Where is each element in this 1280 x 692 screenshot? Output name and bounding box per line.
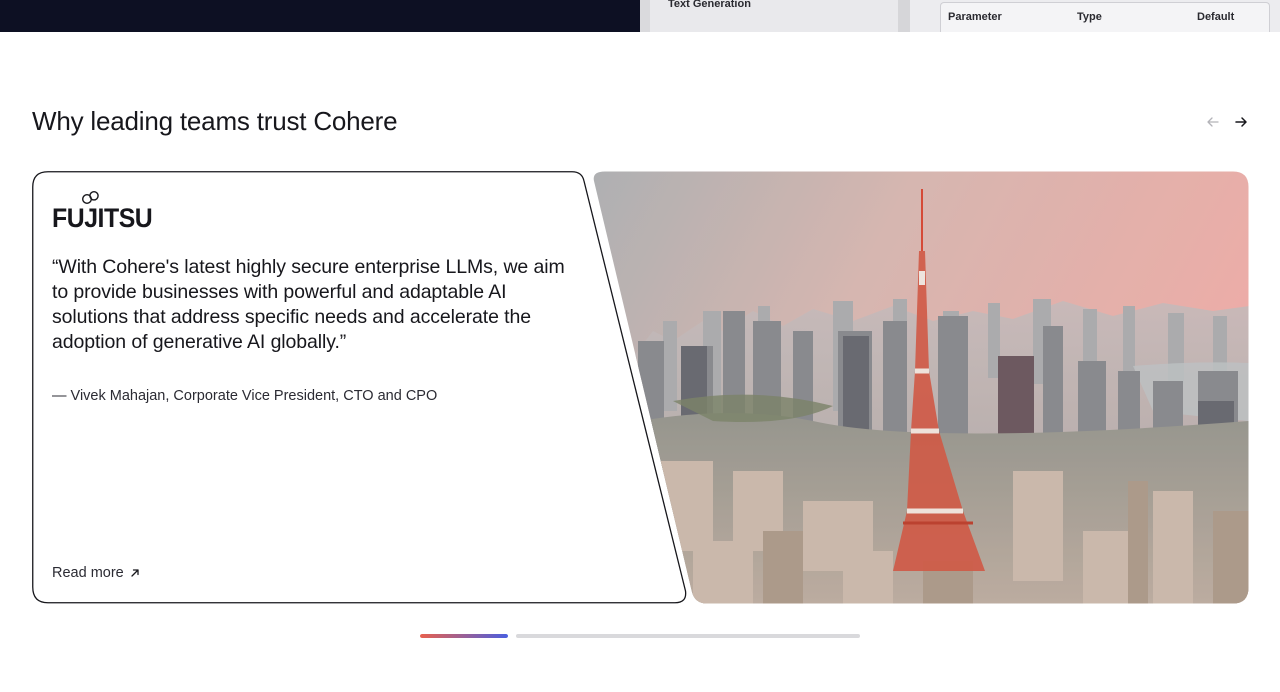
column-header-type: Type	[1077, 11, 1102, 23]
read-more-label: Read more	[52, 565, 124, 581]
docs-sidebar-panel: Text Generation	[640, 0, 898, 32]
arrow-left-icon[interactable]	[1204, 113, 1222, 131]
column-header-default: Default	[1197, 11, 1235, 23]
progress-bar-inactive[interactable]	[516, 634, 860, 638]
docs-table-panel: Parameter Type Default	[910, 0, 1280, 32]
company-logo-text: FUJITSU	[52, 203, 153, 233]
dark-hero-panel	[0, 0, 640, 32]
progress-bar-active[interactable]	[420, 634, 508, 638]
section-title: Why leading teams trust Cohere	[32, 106, 398, 136]
column-header-parameter: Parameter	[948, 11, 1002, 23]
fujitsu-logo: FUJITSU	[52, 191, 153, 235]
testimonial-attribution: — Vivek Mahajan, Corporate Vice Presiden…	[52, 388, 438, 404]
testimonial-card: FUJITSU “With Cohere's latest highly sec…	[32, 171, 688, 604]
read-more-link[interactable]: Read more	[52, 565, 140, 581]
testimonial-quote: “With Cohere's latest highly secure ente…	[52, 256, 565, 353]
arrow-up-right-icon	[131, 569, 139, 577]
previous-section-strip: Text Generation Parameter Type Default	[0, 0, 1280, 32]
parameter-table-header: Parameter Type Default	[940, 2, 1270, 32]
panel-divider	[898, 0, 910, 32]
sidebar-label: Text Generation	[668, 0, 751, 10]
tokyo-city-image	[593, 171, 1249, 604]
arrow-right-icon[interactable]	[1232, 113, 1250, 131]
